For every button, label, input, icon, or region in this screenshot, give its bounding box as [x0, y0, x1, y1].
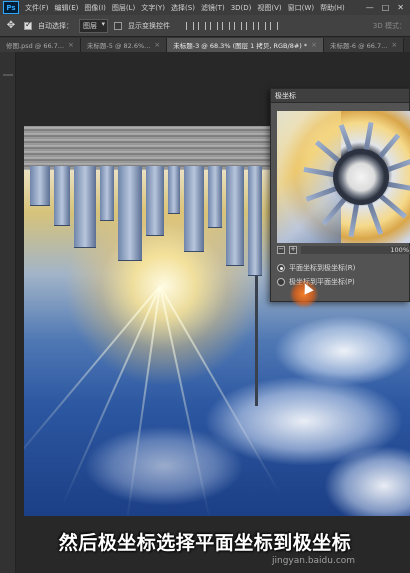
distribute-h-icon[interactable]	[270, 21, 278, 30]
minimize-button[interactable]: —	[366, 3, 374, 12]
auto-select-label: 自动选择：	[38, 21, 73, 30]
menu-window[interactable]: 窗口(W)	[285, 3, 317, 13]
cloud	[84, 426, 244, 506]
polar-hub	[333, 149, 389, 205]
building	[184, 166, 204, 252]
3d-mode-label: 3D 模式：	[372, 21, 406, 30]
close-button[interactable]: ✕	[397, 3, 404, 12]
zoom-controls: − + 100%	[277, 244, 410, 255]
building	[226, 166, 244, 266]
move-tool-icon[interactable]: ✥	[4, 19, 18, 33]
radio-polar-to-rect[interactable]	[277, 278, 285, 286]
building	[100, 166, 114, 221]
maximize-button[interactable]: □	[382, 3, 390, 12]
cloud	[274, 316, 410, 386]
tab-doc-4[interactable]: 未标题-6 @ 66.7... ×	[324, 38, 405, 52]
menu-layer[interactable]: 图层(L)	[109, 3, 138, 13]
close-icon[interactable]: ×	[391, 41, 397, 49]
filter-preview[interactable]	[277, 111, 410, 243]
tool-strip	[0, 52, 16, 573]
menu-filter[interactable]: 滤镜(T)	[198, 3, 228, 13]
preview-original-half	[277, 111, 341, 243]
tab-label: 未标题-3 @ 68.3% (图层 1 拷贝, RGB/8#) *	[173, 42, 308, 50]
watermark: jingyan.baidu.com	[272, 556, 356, 566]
menu-edit[interactable]: 编辑(E)	[52, 3, 82, 13]
tower-spire	[255, 276, 258, 406]
building	[146, 166, 164, 236]
show-transform-checkbox[interactable]	[114, 21, 122, 30]
radio-rect-to-polar[interactable]	[277, 264, 285, 272]
polar-coordinates-dialog: 极坐标 − + 100% 平面坐标到极坐标(R) 极坐标到平面坐标(P)	[270, 88, 410, 302]
menu-select[interactable]: 选择(S)	[168, 3, 198, 13]
menu-view[interactable]: 视图(V)	[254, 3, 284, 13]
dialog-titlebar[interactable]: 极坐标	[271, 89, 409, 103]
building	[248, 166, 262, 276]
tutorial-caption: 然后极坐标选择平面坐标到极坐标	[58, 532, 352, 554]
conversion-options: 平面坐标到极坐标(R) 极坐标到平面坐标(P)	[277, 261, 355, 289]
menu-bar: Ps 文件(F) 编辑(E) 图像(I) 图层(L) 文字(Y) 选择(S) 滤…	[0, 0, 410, 15]
zoom-out-button[interactable]: −	[277, 245, 285, 254]
tab-label: 修图.psd @ 66.7...	[6, 42, 65, 50]
tab-label: 未标题-5 @ 82.6%...	[86, 42, 151, 50]
close-icon[interactable]: ×	[154, 41, 160, 49]
align-top-icon[interactable]	[186, 21, 194, 30]
auto-select-checkbox[interactable]	[24, 20, 32, 30]
building	[54, 166, 70, 226]
option-rect-to-polar[interactable]: 平面坐标到极坐标(R)	[277, 261, 355, 275]
zoom-in-button[interactable]: +	[289, 245, 297, 254]
option-label: 平面坐标到极坐标(R)	[289, 264, 356, 272]
dialog-title: 极坐标	[275, 91, 296, 100]
building	[168, 166, 180, 214]
document-tabs: 修图.psd @ 66.7... × 未标题-5 @ 82.6%... × 未标题-…	[0, 37, 410, 52]
menu-3d[interactable]: 3D(D)	[228, 4, 255, 12]
tab-doc-3-active[interactable]: 未标题-3 @ 68.3% (图层 1 拷贝, RGB/8#) * ×	[167, 38, 325, 52]
menu-image[interactable]: 图像(I)	[81, 3, 109, 13]
options-bar: ✥ 自动选择： 图层 显示变换控件 3D 模式：	[0, 15, 410, 37]
close-icon[interactable]: ×	[68, 41, 74, 49]
align-buttons	[186, 21, 278, 30]
tab-label: 未标题-6 @ 66.7...	[330, 42, 388, 50]
menu-file[interactable]: 文件(F)	[22, 3, 52, 13]
show-transform-label: 显示变换控件	[128, 21, 170, 30]
menu-help[interactable]: 帮助(H)	[317, 3, 348, 13]
auto-select-target-dropdown[interactable]: 图层	[79, 18, 108, 33]
building	[118, 166, 142, 261]
align-middle-icon[interactable]	[198, 21, 206, 30]
tab-doc-1[interactable]: 修图.psd @ 66.7... ×	[0, 38, 81, 52]
tab-doc-2[interactable]: 未标题-5 @ 82.6%... ×	[80, 38, 168, 52]
inverted-skyline	[24, 166, 274, 406]
close-icon[interactable]: ×	[311, 41, 317, 49]
align-left-icon[interactable]	[222, 21, 230, 30]
window-controls: — □ ✕	[366, 3, 410, 12]
photoshop-logo: Ps	[3, 1, 19, 14]
building	[208, 166, 222, 228]
building	[30, 166, 50, 206]
menu-type[interactable]: 文字(Y)	[138, 3, 168, 13]
distribute-icon[interactable]	[258, 21, 266, 30]
align-bottom-icon[interactable]	[210, 21, 218, 30]
zoom-level: 100%	[301, 245, 410, 254]
tool-grip	[2, 74, 13, 76]
align-center-icon[interactable]	[234, 21, 242, 30]
building	[74, 166, 96, 248]
align-right-icon[interactable]	[246, 21, 254, 30]
